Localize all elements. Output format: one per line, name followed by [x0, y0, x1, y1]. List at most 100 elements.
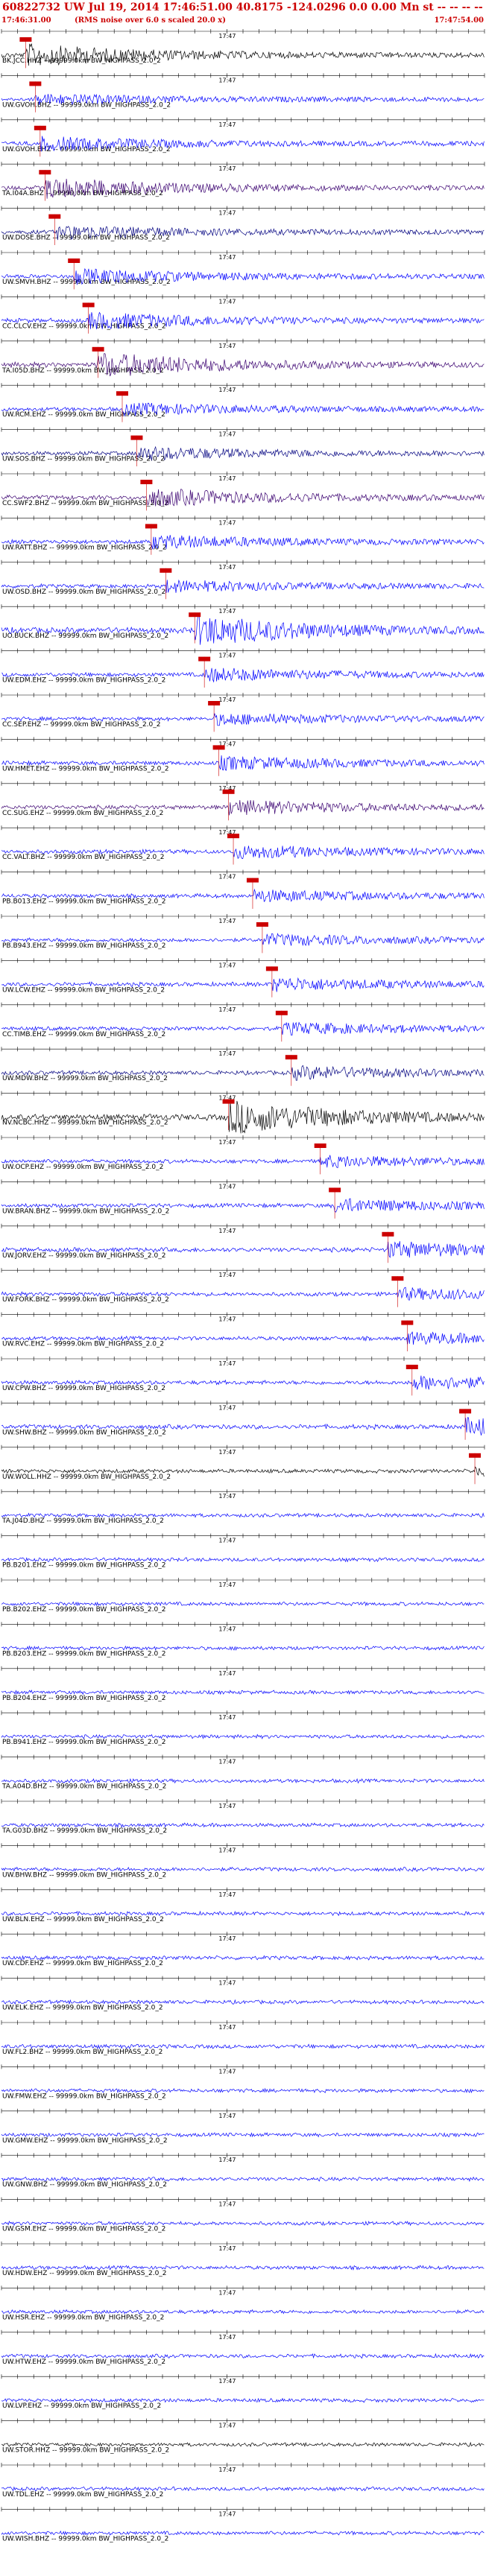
station-label: UW.RATT.BHZ -- 99999.0km BW_HIGHPASS_2.0…: [2, 544, 167, 551]
waveform: [1, 2531, 485, 2536]
station-label: CC.VALT.BHZ -- 99999.0km BW_HIGHPASS_2.0…: [2, 854, 165, 861]
station-label: PB.B201.EHZ -- 99999.0km BW_HIGHPASS_2.0…: [2, 1562, 165, 1570]
station-label: UW.OCP.EHZ -- 99999.0km BW_HIGHPASS_2.0_…: [2, 1164, 163, 1171]
waveform: [1, 2353, 485, 2359]
waveform: [1, 2132, 485, 2138]
station-label: UW.FORK.BHZ -- 99999.0km BW_HIGHPASS_2.0…: [2, 1296, 169, 1304]
trace-row: 17:47 CC.SWF2.BHZ -- 99999.0km BW_HIGHPAS…: [1, 472, 485, 511]
trace-row: 17:47 UW.STOR.HHZ -- 99999.0km BW_HIGHPAS…: [1, 2418, 485, 2455]
event-title: 60822732 UW Jul 19, 2014 17:46:51.00 40.…: [2, 1, 486, 13]
trace-row: 17:47 CC.TIMB.EHZ -- 99999.0km BW_HIGHPAS…: [1, 1002, 485, 1042]
tick-label: 17:47: [218, 2245, 236, 2252]
trace-row: 17:47 UW.ELK.EHZ -- 99999.0km BW_HIGHPASS…: [1, 1976, 485, 2012]
tick-label: 17:47: [218, 298, 236, 305]
tick-label: 17:47: [218, 608, 236, 615]
trace-row: 17:47CC.SUG.EHZ -- 99999.0km BW_HIGHPASS…: [1, 781, 485, 821]
tick-label: 17:47: [218, 1493, 236, 1500]
trace-row: 17:47 PB.B013.EHZ -- 99999.0km BW_HIGHPAS…: [1, 869, 485, 909]
station-label: TA.A04D.BHZ -- 99999.0km BW_HIGHPASS_2.0…: [1, 1783, 166, 1791]
tick-label: 17:47: [218, 2289, 236, 2296]
trace-row: 17:47 PB.B943.EHZ -- 99999.0km BW_HIGHPAS…: [1, 914, 485, 954]
trace-row: 17:47 UW.HDW.EHZ -- 99999.0km BW_HIGHPASS…: [1, 2242, 485, 2277]
station-label: UW.BHW.BHZ -- 99999.0km BW_HIGHPASS_2.0_…: [2, 1871, 166, 1879]
trace-row: 17:47 UW.SOS.BHZ -- 99999.0km BW_HIGHPASS…: [1, 427, 485, 466]
trace-row: 17:47 UW.JORV.EHZ -- 99999.0km BW_HIGHPAS…: [1, 1223, 485, 1263]
tick-label: 17:47: [218, 1272, 236, 1278]
waveform: [1, 1100, 485, 1134]
trace-row: 17:47 UW.SHW.BHZ -- 99999.0km BW_HIGHPASS…: [1, 1400, 485, 1440]
trace-row: 17:47 UW.SMVH.BHZ -- 99999.0km BW_HIGHPAS…: [1, 250, 485, 290]
trace-row: 17:47 UW.FL2.BHZ -- 99999.0km BW_HIGHPASS…: [1, 2020, 485, 2056]
tick-label: 17:47: [218, 2068, 236, 2075]
end-time: 17:47:54.00: [434, 16, 484, 25]
trace-row: 17:47 UW.GNW.BHZ -- 99999.0km BW_HIGHPASS…: [1, 2153, 485, 2189]
trace-row: 17:47 UW.WISH.BHZ -- 99999.0km BW_HIGHPAS…: [1, 2507, 485, 2542]
station-label: PB.B202.EHZ -- 99999.0km BW_HIGHPASS_2.0…: [2, 1606, 165, 1614]
tick-label: 17:47: [218, 1759, 236, 1766]
waveform: [1, 136, 485, 152]
trace-row: 17:47UW.RCM.EHZ -- 99999.0km BW_HIGHPASS…: [1, 383, 485, 422]
waveform: [1, 1601, 485, 1607]
waveform: [1, 2087, 485, 2094]
station-label: UW.JORV.EHZ -- 99999.0km BW_HIGHPASS_2.0…: [2, 1252, 165, 1260]
tick-label: 17:47: [218, 653, 236, 659]
waveform: [1, 614, 485, 645]
station-label: UW.HMET.EHZ -- 99999.0km BW_HIGHPASS_2.0…: [2, 765, 169, 773]
station-label: UW.BLN.EHZ -- 99999.0km BW_HIGHPASS_2.0_…: [2, 1916, 164, 1923]
waveform: [1, 2397, 485, 2403]
waveform: [1, 2176, 485, 2183]
tick-label: 17:47: [218, 2201, 236, 2208]
station-label: CC.CLCV.EHZ -- 99999.0km BW_HIGHPASS_2.0…: [2, 323, 166, 330]
waveform: [1, 1866, 485, 1872]
station-label: UW.DOSE.BHZ -- 99999.0km BW_HIGHPASS_2.0…: [2, 235, 170, 242]
trace-row: 17:47 CC.SEP.EHZ -- 99999.0km BW_HIGHPASS…: [1, 693, 485, 732]
trace-row: 17:47 BK.JCC.HHZ -- 99999.0km BW_HIGHPASS…: [1, 29, 485, 69]
waveform: [1, 2309, 485, 2315]
station-label: UW.STOR.HHZ -- 99999.0km BW_HIGHPASS_2.0…: [2, 2447, 169, 2455]
station-label: UW.SHW.BHZ -- 99999.0km BW_HIGHPASS_2.0_…: [2, 1429, 166, 1436]
trace-row: 17:47 UW.MDW.BHZ -- 99999.0km BW_HIGHPASS…: [1, 1047, 485, 1086]
tick-label: 17:47: [218, 77, 236, 83]
tick-label: 17:47: [218, 431, 236, 438]
station-label: UW.RVC.EHZ -- 99999.0km BW_HIGHPASS_2.0_…: [2, 1341, 164, 1348]
waveform: [1, 1955, 485, 1961]
trace-row: 17:47TA.I05D.BHZ -- 99999.0km BW_HIGHPAS…: [1, 338, 485, 378]
station-label: CC.TIMB.EHZ -- 99999.0km BW_HIGHPASS_2.0…: [2, 1031, 165, 1038]
station-label: UW.HTW.EHZ -- 99999.0km BW_HIGHPASS_2.0_…: [2, 2358, 165, 2366]
trace-row: 17:47 TA.J04D.BHZ -- 99999.0km BW_HIGHPAS…: [1, 1489, 485, 1525]
trace-row: 17:47 UW.BLN.EHZ -- 99999.0km BW_HIGHPASS…: [1, 1887, 485, 1923]
tick-label: 17:47: [218, 2423, 236, 2429]
waveform: [1, 1910, 485, 1917]
trace-row: 17:47 PB.B202.EHZ -- 99999.0km BW_HIGHPAS…: [1, 1578, 485, 1614]
tick-label: 17:47: [218, 387, 236, 393]
trace-row: 17:47 TA.G03D.BHZ -- 99999.0km BW_HIGHPAS…: [1, 1799, 485, 1835]
tick-label: 17:47: [218, 2334, 236, 2341]
trace-row: 17:47 TA.I04A.BHZ -- 99999.0km BW_HIGHPAS…: [1, 162, 485, 201]
trace-row: 17:47 UW.RATT.BHZ -- 99999.0km BW_HIGHPAS…: [1, 515, 485, 555]
tick-label: 17:47: [218, 1316, 236, 1323]
station-label: NV.NCBC.HHZ -- 99999.0km BW_HIGHPASS_2.0…: [2, 1120, 168, 1127]
trace-row: 17:47 UW.OSD.BHZ -- 99999.0km BW_HIGHPASS…: [1, 559, 485, 600]
waveform: [1, 1822, 485, 1829]
trace-row: 17:47 TA.A04D.BHZ -- 99999.0km BW_HIGHPAS…: [1, 1754, 485, 1791]
trace-row: 17:47UW.GVOH.BHZ -- 99999.0km BW_HIGHPAS…: [1, 73, 485, 112]
waveform: [1, 2441, 485, 2448]
trace-row: 17:47 PB.B941.EHZ -- 99999.0km BW_HIGHPAS…: [1, 1710, 485, 1746]
tick-label: 17:47: [218, 1050, 236, 1057]
station-label: TA.G03D.BHZ -- 99999.0km BW_HIGHPASS_2.0…: [1, 1827, 167, 1835]
tick-label: 17:47: [218, 2378, 236, 2385]
trace-row: 17:47 UW.LVP.EHZ -- 99999.0km BW_HIGHPASS…: [1, 2374, 485, 2410]
station-label: TA.J04D.BHZ -- 99999.0km BW_HIGHPASS_2.0…: [1, 1517, 164, 1525]
tick-label: 17:47: [218, 1980, 236, 1987]
station-label: UW.GNW.BHZ -- 99999.0km BW_HIGHPASS_2.0_…: [2, 2181, 167, 2189]
tick-label: 17:47: [218, 254, 236, 261]
tick-label: 17:47: [218, 1449, 236, 1456]
station-label: UW.BRAN.BHZ -- 99999.0km BW_HIGHPASS_2.0…: [2, 1208, 169, 1215]
tick-label: 17:47: [218, 697, 236, 703]
trace-row: 17:47 UW.HSR.EHZ -- 99999.0km BW_HIGHPASS…: [1, 2285, 485, 2321]
tick-label: 17:47: [218, 1228, 236, 1234]
station-label: UW.GMW.EHZ -- 99999.0km BW_HIGHPASS_2.0_…: [2, 2137, 168, 2145]
trace-row: 17:47 UW.GVOH.EHZ -- 99999.0km BW_HIGHPAS…: [1, 117, 485, 157]
tick-label: 17:47: [218, 1360, 236, 1367]
trace-row: 17:47 PB.B204.EHZ -- 99999.0km BW_HIGHPAS…: [1, 1666, 485, 1702]
